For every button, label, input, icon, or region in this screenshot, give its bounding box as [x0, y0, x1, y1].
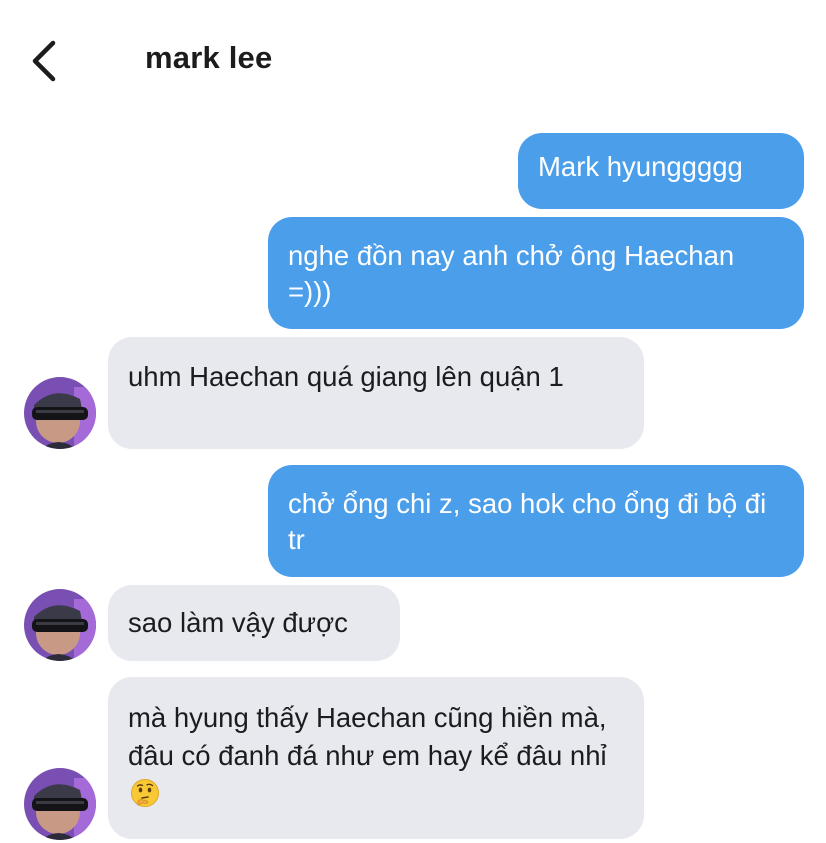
message-bubble-outgoing[interactable]: nghe đồn nay anh chở ông Haechan =))): [268, 217, 804, 329]
message-text: sao làm vậy được: [128, 607, 348, 638]
message-bubble-incoming[interactable]: uhm Haechan quá giang lên quận 1: [108, 337, 644, 449]
chevron-left-icon: [32, 40, 56, 82]
message-text: chở ổng chi z, sao hok cho ổng đi bộ đi …: [288, 488, 767, 555]
avatar[interactable]: [24, 768, 96, 840]
message-bubble-incoming[interactable]: mà hyung thấy Haechan cũng hiền mà, đâu …: [108, 677, 644, 839]
message-text: mà hyung thấy Haechan cũng hiền mà, đâu …: [128, 702, 607, 771]
message-bubble-outgoing[interactable]: chở ổng chi z, sao hok cho ổng đi bộ đi …: [268, 465, 804, 577]
message-text: Mark hyunggggg: [538, 151, 743, 182]
avatar-image: [24, 589, 96, 661]
chat-header: mark lee: [0, 0, 826, 120]
message-text: uhm Haechan quá giang lên quận 1: [128, 361, 564, 392]
back-button[interactable]: [22, 36, 70, 84]
contact-name: mark lee: [145, 40, 273, 75]
message-text: nghe đồn nay anh chở ông Haechan =))): [288, 240, 735, 307]
message-bubble-outgoing[interactable]: Mark hyunggggg: [518, 133, 804, 209]
avatar[interactable]: [24, 589, 96, 661]
thinking-face-icon: [130, 778, 160, 808]
avatar[interactable]: [24, 377, 96, 449]
avatar-image: [24, 768, 96, 840]
message-bubble-incoming[interactable]: sao làm vậy được: [108, 585, 400, 661]
avatar-image: [24, 377, 96, 449]
